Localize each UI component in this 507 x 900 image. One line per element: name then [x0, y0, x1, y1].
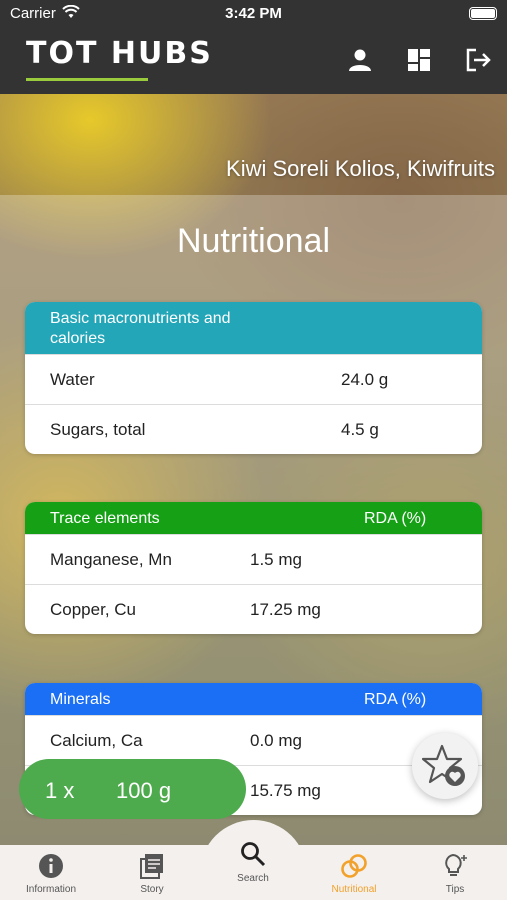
status-time: 3:42 PM — [225, 5, 282, 22]
nutrient-value: 0.0 mg — [250, 731, 302, 750]
nutrient-value: 17.25 mg — [250, 600, 321, 619]
logout-icon[interactable] — [464, 46, 492, 74]
book-icon — [140, 854, 163, 879]
tab-label: Information — [25, 884, 77, 895]
minerals-card-header: Minerals RDA (%) — [25, 683, 482, 715]
trace-title: Trace elements — [50, 510, 160, 527]
macros-card-header: Basic macronutrients and calories — [25, 302, 482, 354]
top-navbar: TOT HUBS — [0, 28, 507, 94]
logo-underline — [26, 78, 148, 81]
quantity-amount[interactable]: 100 g — [116, 778, 171, 804]
user-icon[interactable] — [346, 46, 374, 74]
tab-label: Search — [237, 873, 269, 884]
food-banner: Kiwi Soreli Kolios, Kiwifruits — [0, 94, 507, 195]
trace-card-header: Trace elements RDA (%) — [25, 502, 482, 534]
table-row: Manganese, Mn 1.5 mg — [25, 534, 482, 584]
nutrient-name: Manganese, Mn — [50, 550, 172, 569]
tab-search[interactable]: Search — [213, 840, 293, 886]
quantity-selector[interactable]: 1 x 100 g — [19, 759, 246, 819]
minerals-title: Minerals — [50, 691, 111, 708]
tab-label: Story — [140, 884, 164, 895]
nutrient-name: Calcium, Ca — [50, 731, 143, 750]
info-icon — [39, 854, 63, 878]
nutrient-value: 1.5 mg — [250, 550, 302, 569]
battery-icon — [469, 7, 497, 20]
macros-card: Basic macronutrients and calories Water … — [25, 302, 482, 454]
nutrient-value: 24.0 g — [341, 370, 389, 389]
status-bar: Carrier 3:42 PM — [0, 0, 507, 28]
tab-tips[interactable]: Tips — [415, 852, 495, 898]
rings-icon — [341, 854, 367, 878]
trace-elements-card: Trace elements RDA (%) Manganese, Mn 1.5… — [25, 502, 482, 634]
favorite-button[interactable] — [412, 733, 478, 799]
tab-story[interactable]: Story — [112, 852, 192, 898]
food-title: Kiwi Soreli Kolios, Kiwifruits — [226, 156, 495, 181]
quantity-multiplier[interactable]: 1 x — [45, 778, 74, 804]
nutrient-value: 4.5 g — [341, 420, 379, 439]
table-row: Water 24.0 g — [25, 354, 482, 404]
app-logo[interactable]: TOT HUBS — [26, 36, 211, 82]
nutrient-name: Copper, Cu — [50, 600, 136, 619]
nutrient-value: 15.75 mg — [250, 781, 321, 800]
tab-label: Tips — [445, 884, 465, 895]
logo-text: TOT HUBS — [26, 36, 213, 71]
macros-title-line1: Basic macronutrients and — [50, 310, 231, 327]
nutrient-name: Water — [50, 370, 95, 389]
dashboard-icon[interactable] — [405, 46, 433, 74]
page-title: Nutritional — [176, 222, 331, 260]
rda-label: RDA (%) — [364, 510, 427, 527]
table-row: Copper, Cu 17.25 mg — [25, 584, 482, 634]
nutrient-name: Sugars, total — [50, 420, 146, 439]
tab-nutritional[interactable]: Nutritional — [314, 852, 394, 898]
rda-label: RDA (%) — [364, 691, 427, 708]
tab-label: Nutritional — [331, 884, 377, 895]
table-row: Sugars, total 4.5 g — [25, 404, 482, 454]
tab-information[interactable]: Information — [11, 852, 91, 898]
search-icon — [241, 842, 266, 867]
macros-title-line2: calories — [50, 330, 106, 347]
lightbulb-icon — [445, 853, 467, 876]
star-heart-icon — [422, 744, 465, 786]
